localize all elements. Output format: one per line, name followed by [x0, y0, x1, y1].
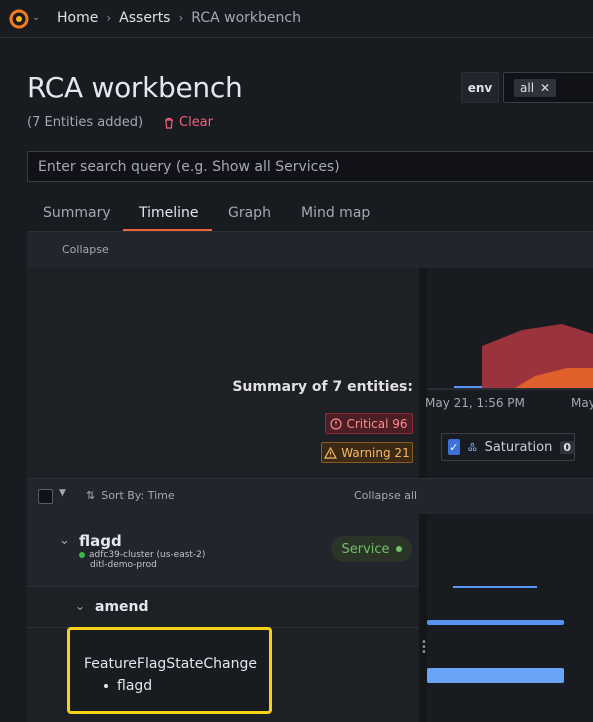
chevron-right-icon: › [178, 11, 184, 25]
breadcrumb-home[interactable]: Home [57, 10, 98, 26]
clear-button[interactable]: Clear [163, 115, 213, 130]
top-bar: ⌄ Home › Asserts › RCA workbench [0, 0, 593, 38]
timeline-bar[interactable] [427, 668, 564, 683]
saturation-icon [468, 442, 477, 452]
tab-summary[interactable]: Summary [43, 205, 111, 221]
warning-badge[interactable]: Warning 21 [321, 442, 413, 463]
entity-type-badge: Service [331, 536, 412, 562]
tab-mind-map[interactable]: Mind map [301, 205, 370, 221]
chevron-down-icon[interactable]: ⌄ [75, 599, 85, 613]
entity-env: ditl-demo-prod [90, 560, 157, 570]
entities-count: (7 Entities added) [27, 115, 144, 130]
event-highlight[interactable]: FeatureFlagStateChange flagd [67, 627, 272, 714]
breadcrumb: Home › Asserts › RCA workbench [57, 10, 301, 26]
saturation-count: 0 [560, 440, 574, 454]
chevron-down-icon[interactable]: ⌄ [32, 12, 40, 23]
entity-cluster-text: adfc39-cluster (us-east-2) [89, 550, 206, 560]
active-tab-indicator [123, 229, 212, 231]
status-dot-icon [79, 552, 85, 558]
x-axis-tick-label: May 21, 1:56 PM [425, 396, 525, 410]
saturation-filter[interactable]: ✓ Saturation 0 [441, 433, 575, 461]
collapse-all-button[interactable]: Collapse all [354, 489, 417, 502]
env-filter-label: env [461, 72, 499, 103]
timeline-chart [427, 324, 593, 390]
sort-control[interactable]: ⇅ Sort By: Time [86, 489, 175, 502]
breadcrumb-asserts[interactable]: Asserts [119, 10, 170, 26]
critical-badge[interactable]: Critical 96 [325, 413, 413, 434]
entity-type-label: Service [341, 541, 390, 557]
remove-icon[interactable]: ✕ [540, 81, 550, 95]
warning-label: Warning 21 [341, 445, 410, 460]
select-all-checkbox[interactable] [38, 489, 53, 504]
critical-label: Critical 96 [346, 416, 408, 431]
checkbox-checked-icon[interactable]: ✓ [448, 439, 460, 455]
collapse-button[interactable]: Collapse [62, 243, 109, 256]
drag-handle-icon[interactable]: • • • [421, 638, 427, 658]
group-row[interactable]: ⌄ amend [27, 588, 419, 628]
chevron-down-icon[interactable]: ▼ [59, 488, 66, 498]
status-dot-icon [395, 546, 402, 552]
saturation-label: Saturation [484, 439, 553, 455]
timeline-bar[interactable] [427, 620, 564, 625]
sort-label: Sort By: Time [101, 489, 175, 502]
timeline-bar[interactable] [453, 586, 537, 588]
entity-name[interactable]: flagd [79, 532, 122, 550]
trash-icon [165, 117, 173, 129]
bullet-icon [104, 684, 108, 688]
event-item: flagd [104, 678, 152, 694]
entity-cluster: adfc39-cluster (us-east-2) [79, 550, 205, 560]
event-item-label: flagd [117, 678, 153, 694]
event-title: FeatureFlagStateChange [84, 656, 257, 672]
tab-graph[interactable]: Graph [228, 205, 271, 221]
warning-triangle-icon [324, 446, 338, 459]
page-title: RCA workbench [27, 71, 243, 104]
group-name: amend [95, 599, 149, 615]
tab-bar: Summary Timeline Graph Mind map [27, 198, 593, 232]
clear-label: Clear [179, 115, 213, 130]
tab-timeline[interactable]: Timeline [139, 205, 199, 221]
search-input[interactable]: Enter search query (e.g. Show all Servic… [27, 151, 593, 182]
x-axis-tick-label: May [571, 396, 593, 410]
collapse-bar: Collapse [27, 232, 593, 268]
sort-icon: ⇅ [86, 489, 96, 502]
env-chip: all ✕ [514, 79, 557, 97]
breadcrumb-current: RCA workbench [191, 10, 301, 26]
alert-circle-icon [330, 417, 343, 430]
env-filter-select[interactable]: all ✕ [503, 72, 593, 103]
chevron-right-icon: › [106, 11, 112, 25]
list-header: ▼ ⇅ Sort By: Time Collapse all [27, 478, 593, 514]
env-chip-value: all [520, 81, 535, 95]
chevron-down-icon[interactable]: ⌄ [59, 533, 70, 548]
grafana-logo-icon[interactable] [8, 8, 30, 30]
entity-row[interactable]: ⌄ flagd adfc39-cluster (us-east-2) ditl-… [27, 514, 419, 587]
summary-title: Summary of 7 entities: [232, 379, 413, 395]
